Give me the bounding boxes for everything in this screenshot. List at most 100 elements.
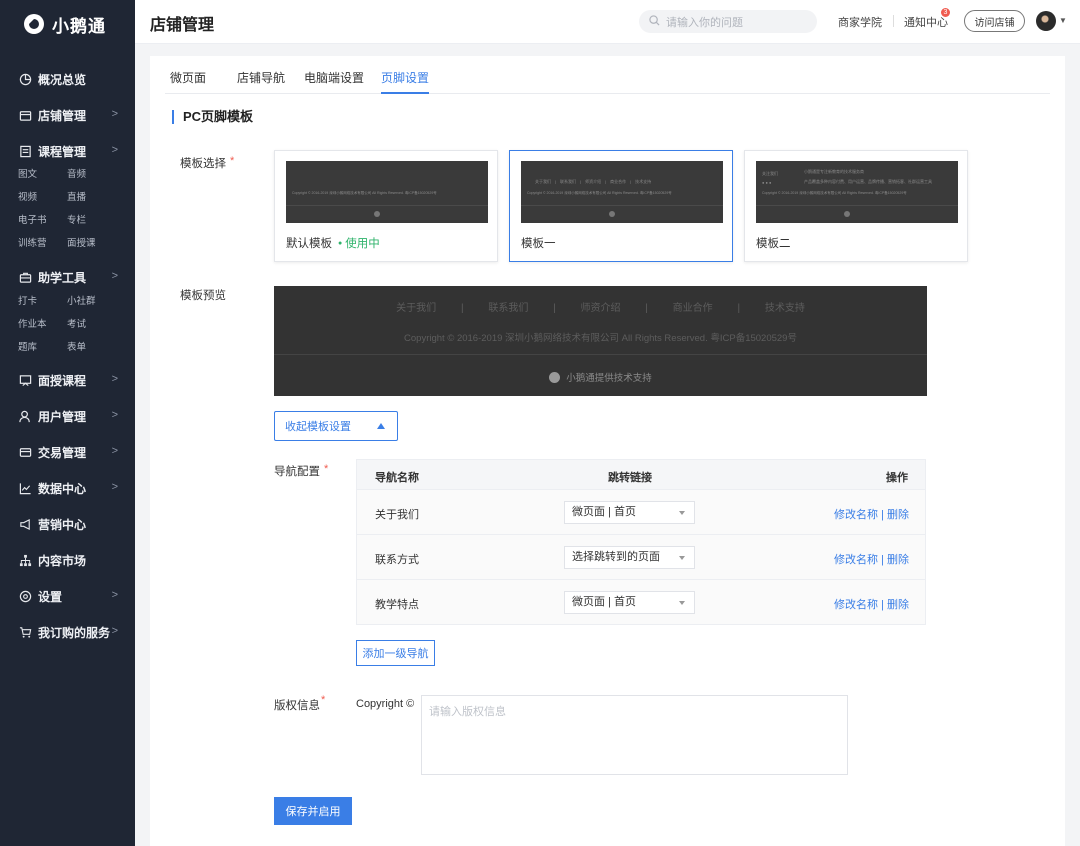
template-name: 默认模板使用中 [286, 235, 380, 251]
column-header-name: 导航名称 [375, 472, 419, 484]
delete-link[interactable]: 删除 [887, 509, 909, 521]
template-card-one[interactable]: 关于我们 | 联系我们 | 师资介绍 | 商业合作 | 技术支持 Copyrig… [509, 150, 733, 262]
tab-micro-page[interactable]: 微页面 [170, 69, 206, 94]
collapse-template-settings-button[interactable]: 收起模板设置 [274, 411, 398, 441]
required-mark: * [230, 155, 235, 167]
sidebar-subitem[interactable]: 电子书 [18, 212, 67, 228]
template-name-text: 默认模板 [286, 238, 332, 250]
caret-down-icon[interactable]: ▼ [1059, 16, 1067, 25]
table-row: 联系方式 选择跳转到的页面 修改名称 | 删除 [357, 534, 925, 579]
table-row: 教学特点 微页面 | 首页 修改名称 | 删除 [357, 579, 925, 624]
link-select[interactable]: 微页面 | 首页 [564, 501, 695, 524]
sidebar-item-label: 店铺管理 [38, 108, 87, 123]
sidebar-item-label: 面授课程 [38, 373, 87, 388]
store-icon [18, 108, 32, 122]
action-divider: | [881, 599, 884, 611]
rename-link[interactable]: 修改名称 [834, 509, 878, 521]
sidebar-subitem[interactable]: 小社群 [67, 293, 116, 309]
template-card-two[interactable]: 关注我们 小鹅通是专注新教育的技术服务商 ● ● ● 产品覆盖多种内容付费、用户… [744, 150, 968, 262]
app-logo[interactable]: 小鹅通 [0, 0, 135, 48]
template-card-default[interactable]: Copyright © 2016-2019 深圳小鹅网络技术有限公司 All R… [274, 150, 498, 262]
search-input[interactable]: 请输入你的问题 [639, 10, 817, 33]
rename-link[interactable]: 修改名称 [834, 554, 878, 566]
sidebar-subitem[interactable]: 题库 [18, 339, 67, 355]
collapse-button-label: 收起模板设置 [285, 421, 351, 433]
sidebar-item-label: 课程管理 [38, 144, 87, 159]
sidebar-subitem[interactable]: 考试 [67, 316, 116, 332]
sidebar-item-learning-tools[interactable]: 助学工具 > [0, 266, 135, 288]
sidebar-item-subscriptions[interactable]: 我订购的服务 > [0, 621, 135, 643]
sidebar-subitem[interactable]: 音频 [67, 166, 116, 182]
tab-bar: 微页面 店铺导航 电脑端设置 页脚设置 [165, 56, 1050, 94]
rename-link[interactable]: 修改名称 [834, 599, 878, 611]
sidebar-subitem[interactable]: 面授课 [67, 235, 116, 251]
tab-footer-settings[interactable]: 页脚设置 [381, 69, 430, 94]
sidebar-item-overview[interactable]: 概况总览 [0, 68, 135, 90]
book-icon [18, 144, 32, 158]
sidebar-item-offline-courses[interactable]: 面授课程 > [0, 369, 135, 391]
sidebar-item-settings[interactable]: 设置 > [0, 585, 135, 607]
tab-pc-settings[interactable]: 电脑端设置 [304, 69, 364, 94]
delete-link[interactable]: 删除 [887, 554, 909, 566]
sidebar-subrow: 电子书 专栏 [18, 212, 128, 228]
sidebar-item-label: 营销中心 [38, 517, 87, 532]
sidebar-item-courses[interactable]: 课程管理 > [0, 140, 135, 162]
add-nav-button[interactable]: 添加一级导航 [356, 640, 435, 666]
search-icon [649, 14, 660, 29]
copyright-label: 版权信息* [274, 694, 325, 713]
tab-store-nav[interactable]: 店铺导航 [237, 69, 285, 94]
header-divider [893, 15, 894, 27]
sidebar-subitem[interactable]: 打卡 [18, 293, 67, 309]
merchant-academy-link[interactable]: 商家学院 [838, 14, 882, 30]
avatar[interactable] [1036, 11, 1056, 31]
template-thumbnail: Copyright © 2016-2019 深圳小鹅网络技术有限公司 All R… [286, 161, 488, 223]
sidebar-subitem[interactable]: 专栏 [67, 212, 116, 228]
sidebar-subrow: 作业本 考试 [18, 316, 128, 332]
sidebar-item-content-market[interactable]: 内容市场 [0, 549, 135, 571]
sidebar-subitem[interactable]: 表单 [67, 339, 116, 355]
sidebar-item-label: 设置 [38, 589, 63, 604]
save-and-enable-button[interactable]: 保存并启用 [274, 797, 352, 825]
link-select[interactable]: 微页面 | 首页 [564, 591, 695, 614]
triangle-up-icon [377, 423, 385, 429]
template-name: 模板二 [756, 238, 791, 250]
sidebar-item-transactions[interactable]: 交易管理 > [0, 441, 135, 463]
preview-link: 关于我们 [396, 303, 437, 314]
preview-divider: | [460, 303, 464, 314]
notification-center-link[interactable]: 通知中心 [904, 14, 948, 30]
sidebar-item-marketing[interactable]: 营销中心 [0, 513, 135, 535]
sidebar-subitem[interactable]: 作业本 [18, 316, 67, 332]
settings-icon [18, 589, 32, 603]
table-header: 导航名称 跳转链接 操作 [357, 460, 925, 489]
sidebar-subitem[interactable]: 直播 [67, 189, 116, 205]
sidebar-subitem[interactable]: 视频 [18, 189, 67, 205]
column-header-link: 跳转链接 [608, 472, 652, 484]
action-divider: | [881, 509, 884, 521]
section-title: PC页脚模板 [172, 110, 253, 124]
sidebar-subitem[interactable]: 图文 [18, 166, 67, 182]
sidebar-item-data-center[interactable]: 数据中心 > [0, 477, 135, 499]
chevron-right-icon: > [111, 409, 118, 421]
chevron-right-icon: > [111, 144, 118, 156]
visit-store-button[interactable]: 访问店铺 [964, 10, 1025, 32]
row-actions: 修改名称 | 删除 [834, 596, 909, 612]
briefcase-icon [18, 270, 32, 284]
search-placeholder: 请输入你的问题 [666, 16, 743, 29]
link-select[interactable]: 选择跳转到的页面 [564, 546, 695, 569]
delete-link[interactable]: 删除 [887, 599, 909, 611]
template-name: 模板一 [521, 238, 556, 250]
required-mark: * [324, 463, 329, 475]
link-select-value: 微页面 | 首页 [572, 506, 636, 518]
preview-link: 联系我们 [488, 303, 529, 314]
main-content: 微页面 店铺导航 电脑端设置 页脚设置 PC页脚模板 模板选择 * Copyrig… [150, 56, 1065, 846]
link-select-value: 选择跳转到的页面 [572, 551, 660, 563]
template-thumbnail: 关于我们 | 联系我们 | 师资介绍 | 商业合作 | 技术支持 Copyrig… [521, 161, 723, 223]
sidebar-item-label: 内容市场 [38, 553, 87, 568]
sidebar-item-label: 助学工具 [38, 270, 87, 285]
copyright-input[interactable] [421, 695, 848, 775]
sidebar-subitem[interactable]: 训练营 [18, 235, 67, 251]
sidebar-item-users[interactable]: 用户管理 > [0, 405, 135, 427]
nav-config-table: 导航名称 跳转链接 操作 关于我们 微页面 | 首页 修改名称 | 删除 联系方… [356, 459, 926, 625]
row-actions: 修改名称 | 删除 [834, 506, 909, 522]
sidebar-item-store[interactable]: 店铺管理 > [0, 104, 135, 126]
